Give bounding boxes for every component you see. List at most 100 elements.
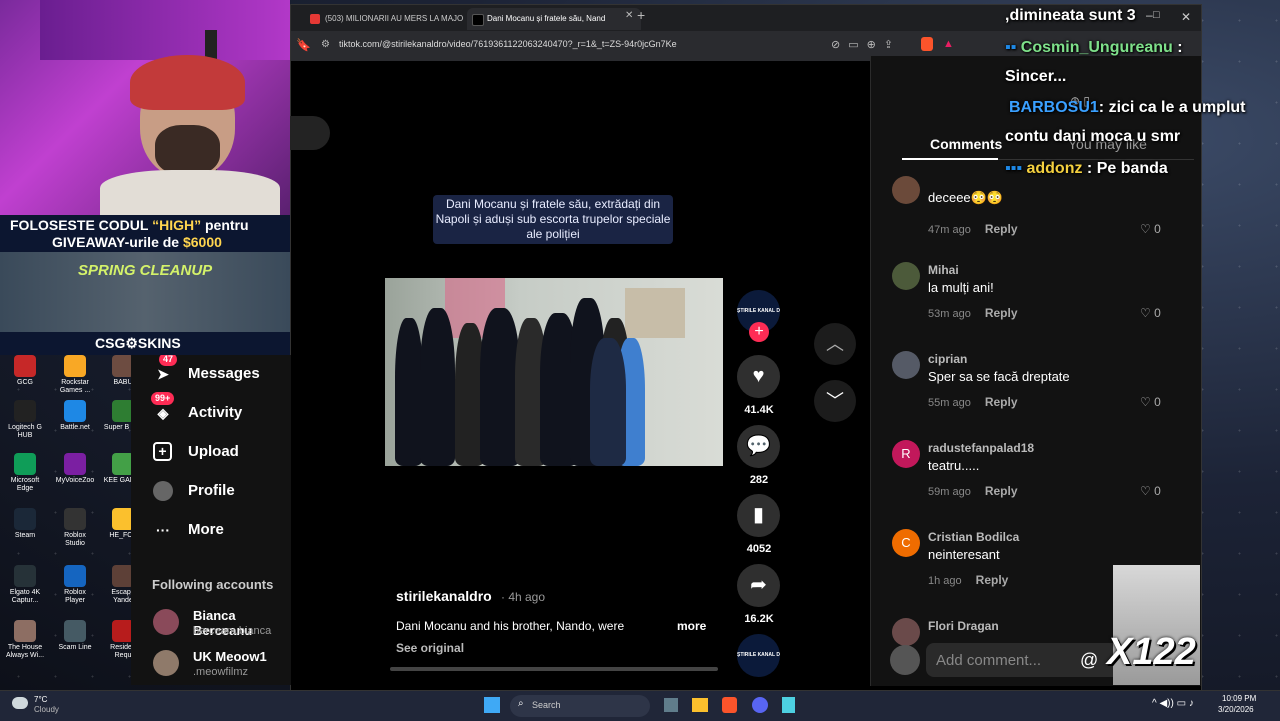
app-icon: [14, 355, 36, 377]
reply-button[interactable]: Reply: [976, 573, 1009, 587]
save-button[interactable]: ▮: [737, 494, 780, 537]
app-icon: [64, 453, 86, 475]
tray-icons[interactable]: ^ ◀)) ▭ ♪: [1152, 698, 1194, 709]
search-bar[interactable]: [290, 116, 330, 150]
bookmark-icon[interactable]: 🔖: [296, 38, 311, 52]
comment-username[interactable]: ciprian: [928, 352, 967, 366]
comment-text: Sper sa se facă dreptate: [928, 369, 1070, 384]
reply-button[interactable]: Reply: [985, 395, 1018, 409]
inbox-icon: ◈: [157, 405, 169, 421]
comment-meta: 53m ago Reply: [928, 306, 1018, 320]
following-name[interactable]: UK Meoow1: [193, 649, 267, 664]
avatar[interactable]: [153, 650, 179, 676]
comment-like-button[interactable]: ♡ 0: [1140, 306, 1161, 320]
reply-button[interactable]: Reply: [985, 484, 1018, 498]
heart-outline-icon: ♡: [1140, 484, 1155, 498]
promo-line-2: GIVEAWAY-urile de $6000: [52, 234, 222, 250]
avatar[interactable]: R: [892, 440, 920, 468]
csgoskins-logo: CSG⚙SKINS: [95, 335, 181, 351]
video-progress-bar[interactable]: [390, 667, 718, 671]
video-description: Dani Mocanu and his brother, Nando, were: [396, 619, 625, 633]
comment-username[interactable]: Mihai: [928, 263, 959, 277]
comment-username[interactable]: radustefanpalad18: [928, 441, 1034, 455]
comment-text: neinteresant: [928, 547, 1000, 562]
author-name[interactable]: stirilekanaldro: [396, 588, 492, 604]
avatar: [890, 645, 920, 675]
app-icon: [14, 565, 36, 587]
taskbar-search[interactable]: ⌕ Search: [510, 695, 650, 717]
webcam-overlay: [0, 0, 290, 215]
comment-like-button[interactable]: ♡ 0: [1140, 395, 1161, 409]
chat-line: ▪▪▪ addonz : Pe banda: [1005, 160, 1168, 177]
comment-meta: 59m ago Reply: [928, 484, 1018, 498]
previous-video-button[interactable]: ︿: [814, 323, 856, 365]
ellipsis-icon: ···: [156, 522, 170, 538]
new-tab-button[interactable]: +: [637, 7, 645, 23]
promo-line-1: FOLOSESTE CODUL “HIGH” pentru: [10, 217, 249, 233]
app-icon: [64, 508, 86, 530]
url-field[interactable]: tiktok.com/@stirilekanaldro/video/761936…: [339, 39, 677, 49]
comment-count: 282: [749, 474, 769, 486]
more-link[interactable]: more: [677, 619, 706, 633]
avatar[interactable]: [892, 262, 920, 290]
next-video-button[interactable]: ﹀: [814, 380, 856, 422]
tab-comments[interactable]: Comments: [930, 136, 1002, 152]
toolbar-icons[interactable]: ⊘▭⊕⇪: [831, 38, 901, 51]
avatar[interactable]: [153, 609, 179, 635]
desktop-icon[interactable]: MyVoiceZoo: [55, 453, 95, 485]
reply-button[interactable]: Reply: [985, 222, 1018, 236]
desktop-icon[interactable]: Logitech G HUB: [5, 400, 45, 440]
music-disc[interactable]: ȘTIRILE KANAL D: [737, 634, 780, 677]
badge-icons: ▪▪▪: [1005, 160, 1023, 177]
task-view-icon[interactable]: [664, 698, 678, 712]
site-settings-icon[interactable]: ⚙: [321, 39, 330, 50]
comment-username[interactable]: Flori Dragan: [928, 619, 999, 633]
tab-tiktok-active[interactable]: Dani Mocanu și fratele său, Nand: [467, 8, 641, 30]
reply-button[interactable]: Reply: [985, 306, 1018, 320]
notepad-icon[interactable]: [782, 697, 795, 713]
avatar[interactable]: [892, 618, 920, 646]
like-button[interactable]: ♥: [737, 355, 780, 398]
tab-youtube[interactable]: (503) MILIONARII AU MERS LA MAJO: [305, 8, 475, 30]
comment-button[interactable]: 💬: [737, 425, 780, 468]
desktop-icon[interactable]: Elgato 4K Captur...: [5, 565, 45, 605]
brave-shield-icon[interactable]: [921, 37, 933, 51]
rewards-icon[interactable]: ▲: [943, 38, 954, 50]
mention-icon[interactable]: @: [1080, 650, 1098, 671]
desktop-icon[interactable]: Rockstar Games ...: [55, 355, 95, 395]
desktop-icon[interactable]: The House Always Wi...: [5, 620, 45, 660]
taskbar: 7°C Cloudy ⌕ Search ^ ◀)) ▭ ♪ 10:09 PM 3…: [0, 690, 1280, 721]
heart-outline-icon: ♡: [1140, 395, 1155, 409]
desktop-icon[interactable]: Scam Line: [55, 620, 95, 652]
desktop-icon[interactable]: Steam: [5, 508, 45, 540]
heart-outline-icon: ♡: [1140, 222, 1155, 236]
file-explorer-icon[interactable]: [692, 698, 708, 712]
heart-icon: ♥: [752, 365, 765, 387]
reaction-overlay: X122: [1107, 565, 1200, 685]
avatar[interactable]: [892, 176, 920, 204]
desktop-icon[interactable]: GCG: [5, 355, 45, 387]
brave-icon[interactable]: [722, 697, 737, 713]
comment-like-button[interactable]: ♡ 0: [1140, 484, 1161, 498]
active-tab-indicator: [902, 158, 998, 160]
comment-username[interactable]: Cristian Bodilca: [928, 530, 1019, 544]
share-button[interactable]: ➦: [737, 564, 780, 607]
discord-icon[interactable]: [752, 697, 768, 713]
avatar[interactable]: [892, 351, 920, 379]
follow-plus-icon[interactable]: +: [749, 322, 769, 342]
desktop-icon[interactable]: Microsoft Edge: [5, 453, 45, 493]
profile-avatar: [153, 481, 173, 501]
avatar[interactable]: C: [892, 529, 920, 557]
desktop-icon[interactable]: Roblox Player: [55, 565, 95, 605]
badge-icons: ▪▪: [1005, 39, 1017, 56]
start-button[interactable]: [484, 697, 500, 713]
video-player[interactable]: [385, 278, 723, 466]
desktop-icon[interactable]: Roblox Studio: [55, 508, 95, 548]
see-original-link[interactable]: See original: [396, 641, 464, 655]
tab-close-icon[interactable]: ✕: [625, 10, 633, 21]
banner-title: SPRING CLEANUP: [78, 262, 213, 279]
following-handle: berceanubianca: [193, 625, 272, 637]
desktop-icon[interactable]: Battle.net: [55, 400, 95, 432]
comment-text: deceee😳😳: [928, 190, 1004, 205]
comment-like-button[interactable]: ♡ 0: [1140, 222, 1161, 236]
